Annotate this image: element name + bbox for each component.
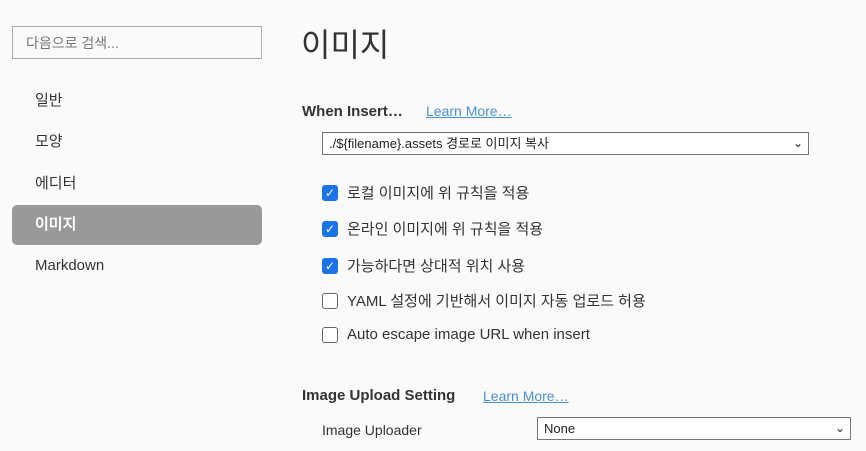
when-insert-learn-more-link[interactable]: Learn More… [426, 103, 512, 119]
checkbox-label: Auto escape image URL when insert [347, 326, 590, 343]
checkbox-label: 가능하다면 상대적 위치 사용 [347, 258, 526, 275]
checkbox-auto-escape-url[interactable]: Auto escape image URL when insert [322, 326, 590, 343]
sidebar-item-image[interactable]: 이미지 [12, 205, 262, 245]
checkbox-label: 온라인 이미지에 위 규칙을 적용 [347, 221, 544, 238]
sidebar: 일반 모양 에디터 이미지 Markdown [0, 0, 276, 451]
checkbox-unchecked-icon[interactable] [322, 326, 338, 343]
checkbox-relative-path[interactable]: ✓ 가능하다면 상대적 위치 사용 [322, 255, 525, 276]
image-uploader-value: None [544, 421, 576, 436]
checkbox-unchecked-icon[interactable] [322, 292, 338, 309]
image-uploader-label: Image Uploader [322, 422, 422, 438]
sidebar-item-appearance[interactable]: 모양 [12, 122, 262, 162]
checkbox-local-images[interactable]: ✓ 로컬 이미지에 위 규칙을 적용 [322, 182, 529, 203]
insert-action-value: ./${filename}.assets 경로로 이미지 복사 [329, 136, 549, 151]
checkbox-checked-icon[interactable]: ✓ [322, 257, 338, 274]
image-upload-heading: Image Upload Setting [302, 387, 456, 404]
chevron-down-icon: ⌄ [792, 136, 803, 150]
insert-action-select[interactable]: ./${filename}.assets 경로로 이미지 복사 ⌄ [322, 132, 809, 155]
checkbox-checked-icon[interactable]: ✓ [322, 220, 338, 237]
upload-learn-more-link[interactable]: Learn More… [483, 388, 569, 404]
sidebar-item-general[interactable]: 일반 [12, 81, 262, 121]
checkbox-checked-icon[interactable]: ✓ [322, 184, 338, 201]
checkbox-label: 로컬 이미지에 위 규칙을 적용 [347, 185, 530, 202]
image-uploader-select[interactable]: None ⌄ [537, 417, 851, 440]
when-insert-heading: When Insert… [302, 103, 403, 120]
sidebar-item-markdown[interactable]: Markdown [12, 246, 262, 286]
chevron-down-icon: ⌄ [834, 421, 845, 435]
sidebar-item-editor[interactable]: 에디터 [12, 164, 262, 204]
page-title: 이미지 [301, 27, 390, 63]
checkbox-yaml-auto-upload[interactable]: YAML 설정에 기반해서 이미지 자동 업로드 허용 [322, 290, 646, 311]
search-input[interactable] [12, 26, 262, 59]
checkbox-label: YAML 설정에 기반해서 이미지 자동 업로드 허용 [347, 293, 646, 310]
checkbox-online-images[interactable]: ✓ 온라인 이미지에 위 규칙을 적용 [322, 218, 543, 239]
